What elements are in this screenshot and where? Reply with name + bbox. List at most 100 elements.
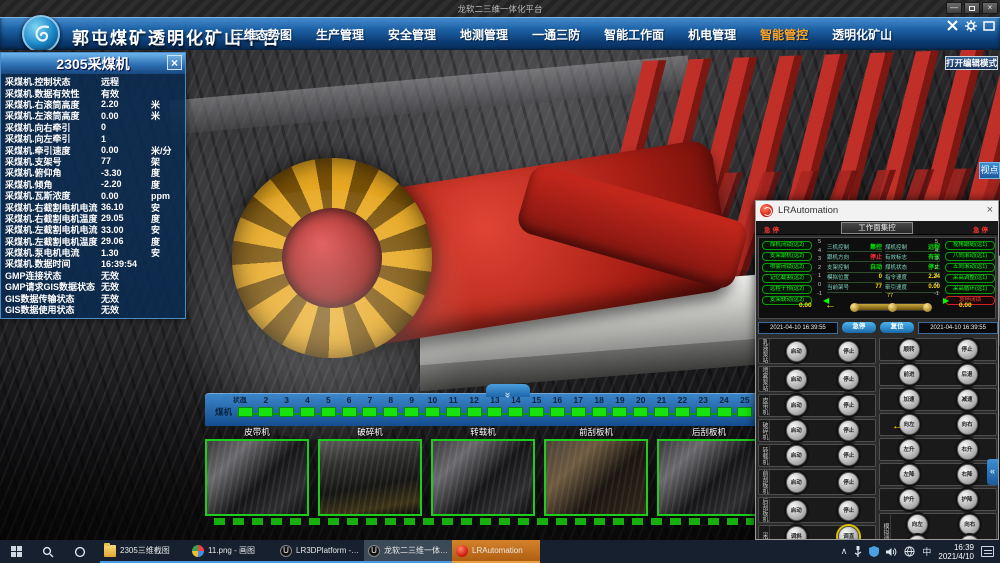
support-indicator[interactable]: 19 <box>612 395 628 425</box>
control-button[interactable]: 向左 <box>907 514 928 535</box>
lr-capsule-button[interactable]: 采高循环(远1) <box>945 285 995 294</box>
control-button[interactable]: 向右 <box>959 514 980 535</box>
hidden-icons-chevron[interactable]: ∧ <box>841 546 848 557</box>
notification-center-icon[interactable] <box>981 546 994 557</box>
nav-item[interactable]: 地测管理 <box>460 26 508 43</box>
control-button[interactable]: 减速 <box>957 389 978 410</box>
support-indicator[interactable]: 18 <box>591 395 607 425</box>
security-shield-icon[interactable] <box>869 546 879 557</box>
nav-item[interactable]: 智能管控 <box>760 26 808 43</box>
nav-item[interactable]: 生产管理 <box>316 26 364 43</box>
control-button[interactable]: 启动 <box>786 472 807 493</box>
lr-close-icon[interactable]: × <box>987 204 993 216</box>
support-indicator[interactable]: 23 <box>695 395 711 425</box>
lr-capsule-button[interactable]: 记忆截割(远2) <box>762 274 812 283</box>
control-button[interactable]: 启动 <box>786 369 807 390</box>
control-button[interactable]: 停止 <box>838 395 859 416</box>
usb-icon[interactable] <box>854 546 862 557</box>
panel-header[interactable]: 2305采煤机 × <box>1 53 185 74</box>
maximize-button[interactable] <box>964 2 980 14</box>
lr-titlebar[interactable]: LRAutomation × <box>756 201 998 221</box>
control-button[interactable]: 后退 <box>957 364 978 385</box>
control-button[interactable]: 护降 <box>957 489 978 510</box>
close-button[interactable]: × <box>982 2 998 14</box>
support-indicator[interactable]: 9 <box>404 395 420 425</box>
control-button[interactable]: 启动 <box>786 420 807 441</box>
cortana-button[interactable] <box>64 540 96 563</box>
reset-pill-button[interactable]: 复位 <box>880 322 914 333</box>
volume-icon[interactable] <box>886 547 897 557</box>
control-button[interactable]: 停止 <box>838 445 859 466</box>
camera-feed[interactable]: 破碎机 <box>318 426 422 518</box>
control-button[interactable]: 加速 <box>899 389 920 410</box>
tools-icon[interactable] <box>945 19 960 32</box>
panel-close-icon[interactable]: × <box>167 55 182 70</box>
support-indicator[interactable]: 6 <box>341 395 357 425</box>
support-indicator[interactable]: 5 <box>320 395 336 425</box>
support-indicator[interactable]: 16 <box>549 395 565 425</box>
taskbar-app[interactable]: LRAutomation <box>452 540 540 563</box>
control-button[interactable]: 右升 <box>957 439 978 460</box>
control-button[interactable]: 启动 <box>786 395 807 416</box>
support-indicator[interactable]: 8 <box>383 395 399 425</box>
camera-feed[interactable]: 转载机 <box>431 426 535 518</box>
control-button[interactable]: 停止 <box>957 339 978 360</box>
support-indicator[interactable]: 25 <box>737 395 753 425</box>
camera-feed[interactable]: 后刮板机 <box>657 426 761 518</box>
network-globe-icon[interactable] <box>904 546 915 557</box>
support-indicator[interactable]: 7 <box>362 395 378 425</box>
nav-item[interactable]: 透明化矿山 <box>832 26 892 43</box>
support-indicator[interactable]: 17 <box>570 395 586 425</box>
control-button[interactable]: 启动 <box>786 445 807 466</box>
slider-knob[interactable] <box>850 303 859 312</box>
edit-mode-button[interactable]: 打开编辑模式 <box>945 56 998 70</box>
control-button[interactable]: 停止 <box>838 341 859 362</box>
slider-knob[interactable] <box>923 303 932 312</box>
control-button[interactable]: 护升 <box>899 489 920 510</box>
lr-capsule-button[interactable]: 五向滚动(远1) <box>945 263 995 272</box>
support-indicator[interactable]: 4 <box>299 395 315 425</box>
camera-feed[interactable]: 皮带机 <box>205 426 309 518</box>
support-indicator[interactable]: 15 <box>529 395 545 425</box>
control-button[interactable]: 启动 <box>786 500 807 521</box>
support-indicator[interactable]: 1 <box>237 395 253 425</box>
estop-pill-button[interactable]: 急停 <box>842 322 876 333</box>
nav-item[interactable]: 三维态势图 <box>232 26 292 43</box>
control-button[interactable]: 停止 <box>838 420 859 441</box>
support-indicator[interactable]: 24 <box>716 395 732 425</box>
lr-capsule-button[interactable]: 采高调整(远1) <box>945 274 995 283</box>
nav-item[interactable]: 安全管理 <box>388 26 436 43</box>
viewpoint-tab[interactable]: 视点 <box>979 162 1000 179</box>
control-button[interactable]: 左升 <box>899 439 920 460</box>
taskbar-app[interactable]: 11.png - 画图 <box>188 540 276 563</box>
control-button[interactable]: 调直 <box>838 526 859 540</box>
support-indicator[interactable]: 10 <box>424 395 440 425</box>
support-indicator[interactable]: 13 <box>487 395 503 425</box>
lr-capsule-button[interactable]: 煤机闭锁(远2) <box>762 241 812 250</box>
collapse-panel-chevron[interactable]: « <box>486 384 530 397</box>
taskbar-app[interactable]: 2305三维截图 <box>100 540 188 563</box>
support-indicator[interactable]: 12 <box>466 395 482 425</box>
fullscreen-icon[interactable] <box>981 19 996 32</box>
slider-knob[interactable] <box>888 303 897 312</box>
nav-item[interactable]: 智能工作面 <box>604 26 664 43</box>
camera-feed[interactable]: 前刮板机 <box>544 426 648 518</box>
control-button[interactable]: 向右 <box>957 414 978 435</box>
lr-capsule-button[interactable]: 八向滚动(远1) <box>945 252 995 261</box>
support-indicator[interactable]: 22 <box>674 395 690 425</box>
control-button[interactable]: 顺转 <box>899 339 920 360</box>
lr-collapse-tab[interactable]: « <box>987 459 998 485</box>
start-button[interactable] <box>0 540 32 563</box>
lr-capsule-button[interactable]: 喷雾闭锁(远2) <box>762 263 812 272</box>
control-button[interactable]: 启动 <box>786 341 807 362</box>
minimize-button[interactable]: — <box>946 2 962 14</box>
control-button[interactable]: 停止 <box>838 472 859 493</box>
workface-control-tab[interactable]: 工作面集控 <box>841 222 913 234</box>
control-button[interactable]: 停止 <box>838 369 859 390</box>
support-indicator[interactable]: 14 <box>508 395 524 425</box>
taskbar-app[interactable]: ULR3DPlatform - U... <box>276 540 364 563</box>
control-button[interactable]: 前进 <box>899 364 920 385</box>
slider-track[interactable] <box>851 303 931 311</box>
ime-indicator[interactable]: 中 <box>922 545 931 558</box>
lr-capsule-button[interactable]: 支架跟机(远2) <box>762 252 812 261</box>
